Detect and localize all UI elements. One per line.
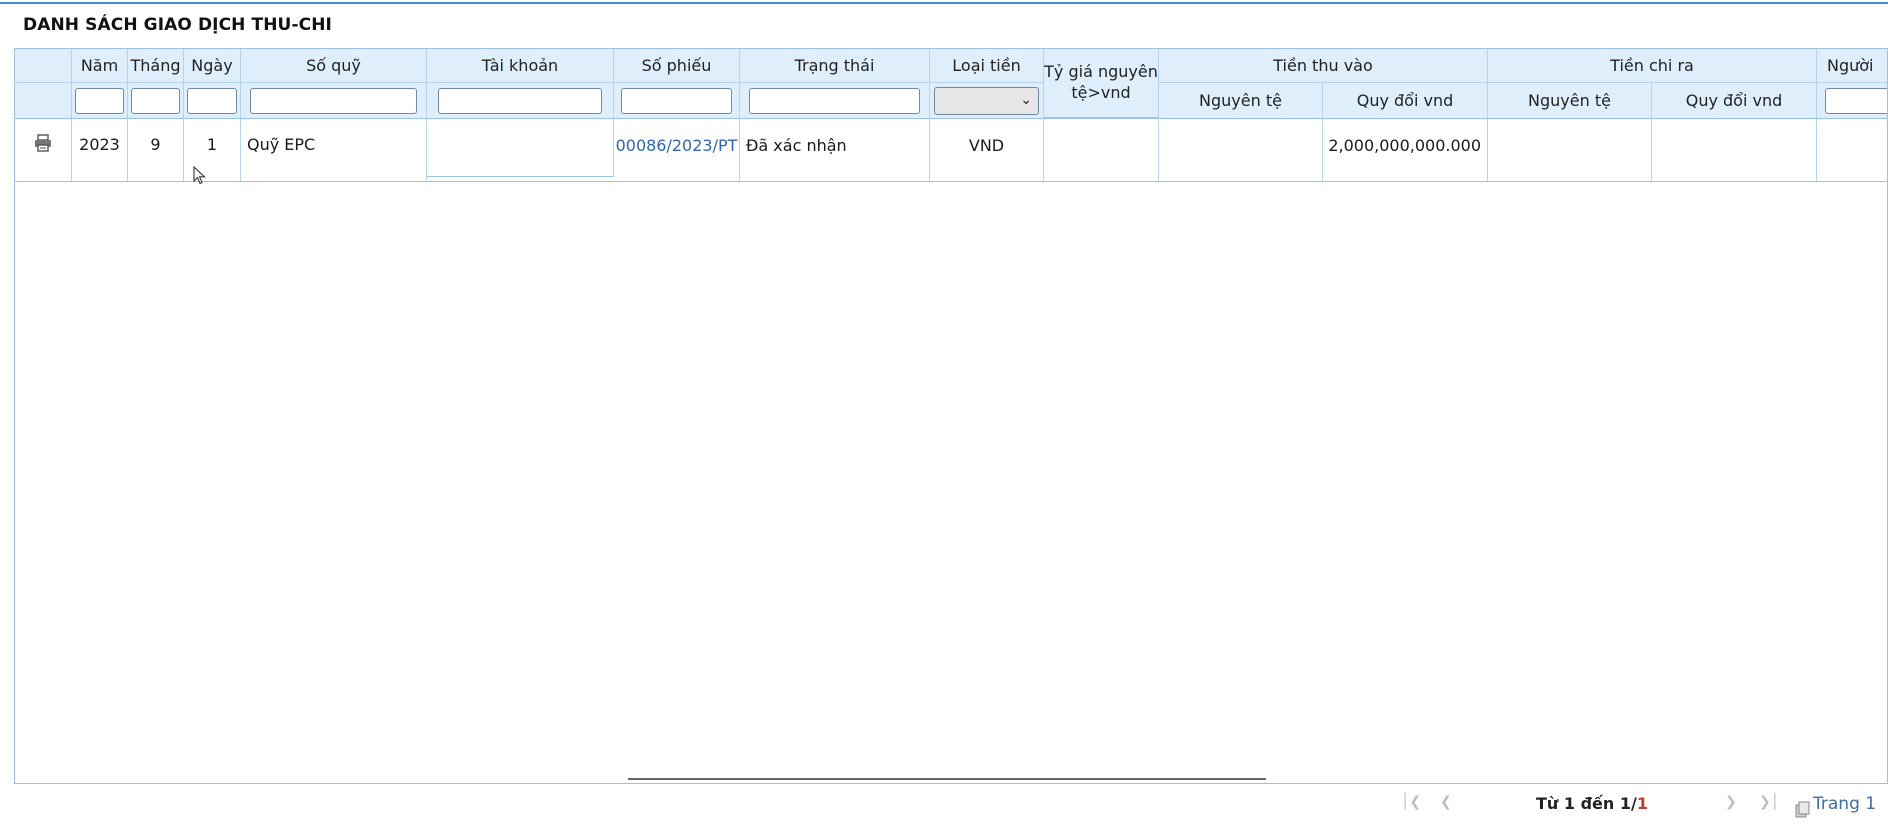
header-tai-khoan[interactable]: Tài khoản — [427, 49, 614, 82]
prev-page-icon[interactable]: ❮ — [1440, 794, 1452, 820]
cell-chi-nguyen-te — [1488, 119, 1652, 181]
header-loai-tien[interactable]: Loại tiền — [930, 49, 1044, 82]
cell-thu-nguyen-te — [1159, 119, 1323, 181]
header-row-labels: Năm Tháng Ngày Số quỹ Tài khoản Số phiếu… — [15, 49, 1887, 83]
filter-nguoi-input[interactable] — [1825, 87, 1887, 114]
header-ty-gia[interactable]: Tỷ giá nguyên tệ>vnd — [1044, 49, 1159, 118]
filter-so-phieu-cell — [614, 83, 740, 118]
cell-chi-quy-doi — [1652, 119, 1817, 181]
filter-ngay-input[interactable] — [187, 87, 237, 114]
filter-thang-input[interactable] — [131, 87, 180, 114]
header-so-quy[interactable]: Số quỹ — [241, 49, 427, 82]
top-accent-line — [0, 2, 1888, 4]
page-label: Trang 1 — [1813, 794, 1877, 814]
copy-icon — [1795, 801, 1810, 818]
header-tien-thu-vao: Tiền thu vào — [1159, 49, 1488, 82]
pager-info-prefix: Từ 1 đến 1/ — [1536, 794, 1637, 813]
pager-info-total: 1 — [1636, 794, 1648, 813]
filter-so-phieu-input[interactable] — [621, 87, 732, 114]
cell-so-phieu: 00086/2023/PT — [614, 119, 740, 181]
cell-so-quy: Quỹ EPC — [241, 119, 427, 181]
filter-tai-khoan-input[interactable] — [438, 87, 602, 114]
transactions-grid: Năm Tháng Ngày Số quỹ Tài khoản Số phiếu… — [14, 48, 1888, 784]
pager-info: Từ 1 đến 1/1 — [1536, 794, 1648, 820]
filter-nguoi-cell — [1817, 83, 1887, 118]
filter-trang-thai-cell — [740, 83, 930, 118]
print-cell — [15, 119, 72, 181]
header-nam[interactable]: Năm — [72, 49, 128, 82]
header-thu-quy-doi[interactable]: Quy đổi vnd — [1323, 83, 1488, 118]
header-nguoi[interactable]: Người — [1817, 49, 1887, 82]
printer-icon[interactable] — [33, 133, 53, 153]
cell-tai-khoan — [427, 119, 614, 177]
cell-thu-quy-doi: 2,000,000,000.000 — [1323, 119, 1488, 181]
cell-loai-tien: VND — [930, 119, 1044, 181]
filter-print-col — [15, 83, 72, 118]
header-chi-nguyen-te[interactable]: Nguyên tệ — [1488, 83, 1652, 118]
so-phieu-link[interactable]: 00086/2023/PT — [616, 136, 738, 155]
chevron-down-icon: ⌄ — [1020, 91, 1032, 108]
header-trang-thai[interactable]: Trạng thái — [740, 49, 930, 82]
header-chi-quy-doi[interactable]: Quy đổi vnd — [1652, 83, 1817, 118]
cell-thang: 9 — [128, 119, 184, 181]
cell-nam: 2023 — [72, 119, 128, 181]
filter-thang-cell — [128, 83, 184, 118]
filter-ngay-cell — [184, 83, 241, 118]
header-so-phieu[interactable]: Số phiếu — [614, 49, 740, 82]
cell-nguoi — [1817, 119, 1887, 181]
last-page-icon[interactable]: ❯│ — [1759, 794, 1779, 820]
header-tien-chi-ra: Tiền chi ra — [1488, 49, 1817, 82]
cell-ty-gia — [1044, 119, 1159, 181]
first-page-icon[interactable]: │❮ — [1401, 794, 1421, 820]
header-row-filters: ⌄ Nguyên tệ Quy đổi vnd Nguyên tệ Quy đổ… — [15, 83, 1887, 119]
filter-loai-tien-cell: ⌄ — [930, 83, 1044, 118]
header-print-col — [15, 49, 72, 82]
header-thang[interactable]: Tháng — [128, 49, 184, 82]
next-page-icon[interactable]: ❯ — [1725, 794, 1737, 820]
filter-so-quy-input[interactable] — [250, 87, 417, 114]
filter-loai-tien-select[interactable]: ⌄ — [934, 86, 1039, 115]
header-thu-nguyen-te[interactable]: Nguyên tệ — [1159, 83, 1323, 118]
page-title: DANH SÁCH GIAO DỊCH THU-CHI — [23, 15, 332, 35]
filter-nam-input[interactable] — [75, 87, 124, 114]
filter-so-quy-cell — [241, 83, 427, 118]
horizontal-scrollbar[interactable] — [628, 778, 1266, 780]
table-row[interactable]: 2023 9 1 Quỹ EPC 00086/2023/PT Đã xác nh… — [15, 119, 1887, 182]
filter-tai-khoan-cell — [427, 83, 614, 118]
mouse-cursor-icon — [193, 166, 206, 185]
cell-trang-thai: Đã xác nhận — [740, 119, 930, 181]
filter-nam-cell — [72, 83, 128, 118]
header-ngay[interactable]: Ngày — [184, 49, 241, 82]
filter-trang-thai-input[interactable] — [749, 87, 920, 114]
